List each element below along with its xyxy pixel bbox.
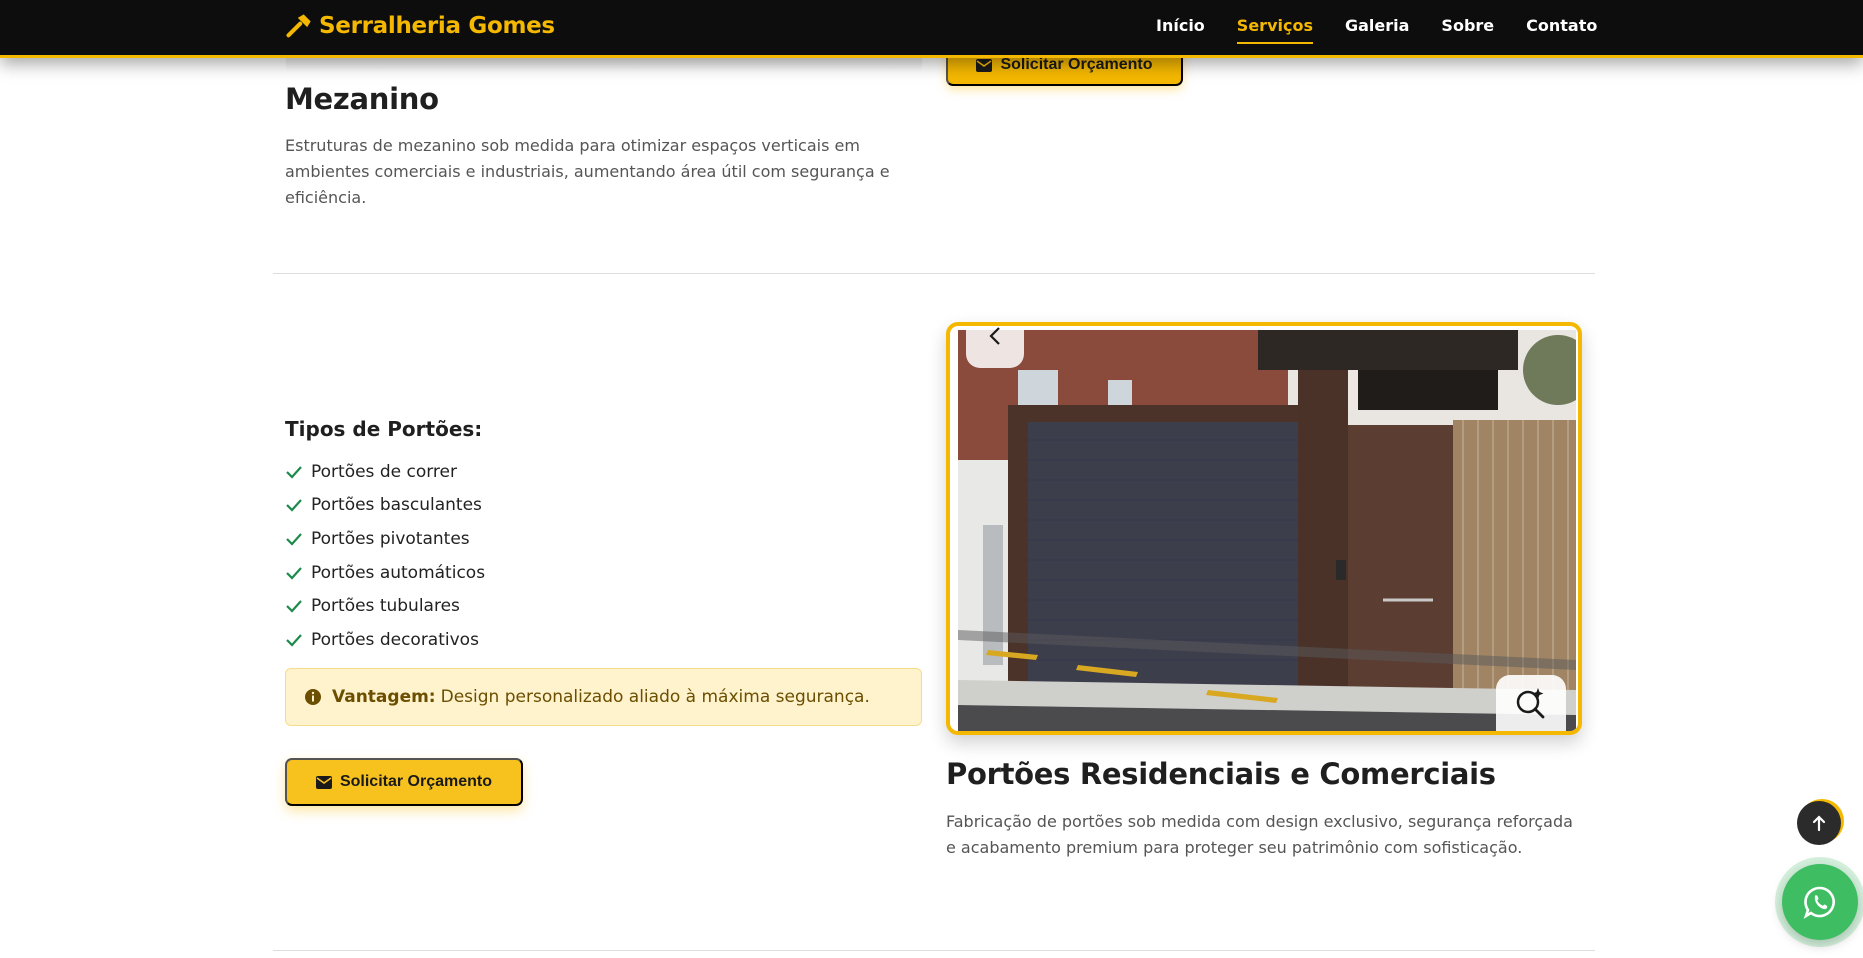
list-item-label: Portões tubulares	[311, 596, 460, 617]
main-nav: Início Serviços Galeria Sobre Contato	[1156, 16, 1597, 44]
list-item: Portões basculantes	[285, 489, 485, 523]
gate-photo	[958, 330, 1576, 731]
mezanino-description: Estruturas de mezanino sob medida para o…	[285, 136, 890, 207]
arrow-up-icon	[1812, 815, 1826, 832]
list-item-label: Portões decorativos	[311, 629, 479, 650]
info-circle-icon	[305, 689, 321, 705]
check-icon	[286, 566, 302, 580]
zoom-sparkle-icon	[1516, 688, 1545, 719]
gate-types-list: Portões de correr Portões basculantes Po…	[285, 455, 485, 657]
list-item-label: Portões basculantes	[311, 495, 482, 516]
check-icon	[286, 533, 302, 546]
nav-link-servicos[interactable]: Serviços	[1236, 16, 1313, 44]
carousel-prev-button[interactable]	[966, 326, 1024, 368]
advantage-text: Design personalizado aliado à máxima seg…	[440, 687, 870, 707]
chevron-left-icon	[989, 327, 1000, 345]
portoes-quote-label: Solicitar Orçamento	[339, 773, 493, 790]
portoes-description: Fabricação de portões sob medida com des…	[946, 812, 1573, 857]
image-zoom-button[interactable]	[1496, 675, 1566, 731]
nav-link-inicio[interactable]: Início	[1156, 16, 1205, 44]
mezanino-quote-label: Solicitar Orçamento	[1000, 56, 1153, 73]
brand-name: Serralheria Gomes	[319, 13, 555, 39]
list-item-label: Portões pivotantes	[311, 528, 470, 549]
gate-image-carousel[interactable]	[946, 322, 1582, 735]
list-item: Portões de correr	[285, 455, 485, 489]
check-icon	[286, 499, 302, 512]
list-item-label: Portões de correr	[311, 461, 457, 482]
list-item: Portões decorativos	[285, 623, 485, 657]
nav-link-sobre[interactable]: Sobre	[1441, 16, 1494, 44]
list-item-label: Portões automáticos	[311, 562, 486, 583]
advantage-label: Vantagem:	[332, 687, 436, 707]
envelope-icon	[976, 58, 993, 72]
section-divider	[273, 950, 1595, 951]
check-icon	[286, 634, 302, 647]
whatsapp-icon	[1803, 886, 1835, 919]
list-item: Portões automáticos	[285, 556, 485, 590]
list-item: Portões pivotantes	[285, 522, 485, 556]
back-to-top-button[interactable]	[1797, 801, 1841, 845]
mezanino-title: Mezanino	[285, 82, 439, 116]
section-divider	[273, 273, 1595, 274]
portoes-quote-button[interactable]: Solicitar Orçamento	[285, 758, 523, 806]
check-icon	[286, 466, 302, 479]
navbar: Serralheria Gomes Início Serviços Galeri…	[0, 0, 1863, 58]
list-item: Portões tubulares	[285, 589, 485, 623]
brand-logo[interactable]: Serralheria Gomes	[285, 12, 555, 40]
hammer-icon	[286, 14, 311, 38]
portoes-title: Portões Residenciais e Comerciais	[946, 757, 1496, 791]
whatsapp-button[interactable]	[1782, 864, 1858, 940]
nav-link-contato[interactable]: Contato	[1526, 16, 1597, 44]
envelope-icon	[315, 775, 332, 789]
advantage-alert: Vantagem: Design personalizado aliado à …	[285, 668, 922, 726]
nav-link-galeria[interactable]: Galeria	[1345, 16, 1409, 44]
check-icon	[286, 600, 302, 613]
gate-types-title: Tipos de Portões:	[285, 417, 483, 441]
